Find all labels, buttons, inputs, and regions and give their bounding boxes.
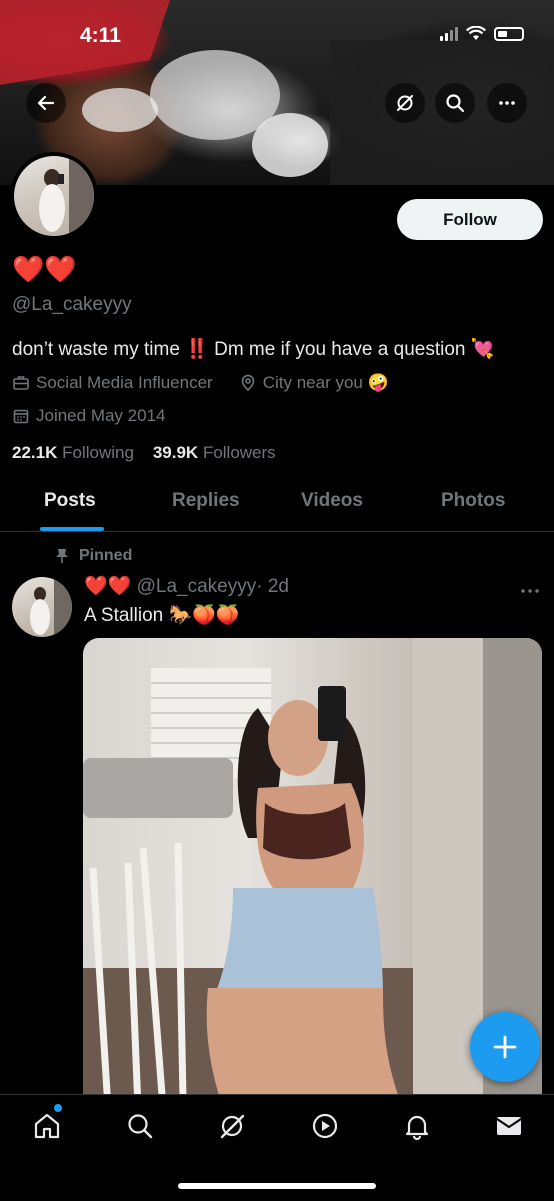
status-time: 4:11 (80, 24, 121, 47)
display-name: ❤️❤️ (12, 254, 77, 284)
signal-icon (440, 26, 458, 41)
profile-joined: Joined May 2014 (36, 406, 166, 425)
following-label: Following (62, 443, 134, 462)
post-header: ❤️❤️ @La_cakeyyy· 2d (84, 574, 289, 598)
grok-icon (220, 1114, 245, 1139)
profile-joined-row: Joined May 2014 (12, 406, 165, 426)
calendar-icon (13, 409, 29, 424)
location-icon (241, 374, 255, 392)
avatar-image (39, 156, 94, 236)
envelope-icon (496, 1117, 522, 1135)
profile-meta-row: Social Media Influencer City near you 🤪 (12, 373, 389, 393)
grok-button[interactable] (385, 83, 425, 123)
tab-posts[interactable]: Posts (44, 490, 96, 512)
post-more-button[interactable] (520, 577, 540, 600)
nav-home[interactable] (31, 1110, 63, 1142)
profile-category: Social Media Influencer (36, 373, 213, 392)
pin-icon (56, 549, 68, 563)
follow-button[interactable]: Follow (397, 199, 543, 240)
tab-photos[interactable]: Photos (441, 490, 505, 512)
following-count: 22.1K (12, 443, 58, 462)
post-time[interactable]: · 2d (256, 576, 289, 597)
post-author-handle[interactable]: @La_cakeyyy (137, 576, 257, 597)
home-icon (34, 1113, 60, 1139)
followers-label: Followers (202, 443, 276, 462)
home-indicator (178, 1183, 376, 1189)
arrow-left-icon (37, 95, 55, 111)
post-text: A Stallion 🐎🍑🍑 (84, 605, 240, 626)
search-icon (446, 94, 465, 113)
followers-link[interactable]: 39.9K Followers (153, 443, 276, 462)
compose-button[interactable] (470, 1012, 540, 1082)
back-button[interactable] (26, 83, 66, 123)
wifi-icon (466, 26, 486, 40)
pinned-indicator: Pinned (55, 547, 132, 565)
nav-search[interactable] (124, 1110, 156, 1142)
following-link[interactable]: 22.1K Following (12, 443, 134, 462)
video-icon (312, 1113, 338, 1139)
post-avatar-image (30, 577, 72, 637)
post-author-name[interactable]: ❤️❤️ (84, 576, 131, 597)
briefcase-icon (13, 376, 29, 390)
profile-stats: 22.1K Following 39.9K Followers (12, 443, 276, 463)
more-button[interactable] (487, 83, 527, 123)
plus-icon (493, 1035, 517, 1059)
profile-location: City near you 🤪 (262, 373, 389, 392)
profile-handle: @La_cakeyyy (12, 294, 132, 315)
nav-messages[interactable] (493, 1110, 525, 1142)
bell-icon (405, 1115, 429, 1141)
tabs-divider (0, 531, 554, 532)
search-icon (128, 1114, 153, 1139)
more-horizontal-icon (521, 589, 539, 593)
tab-videos[interactable]: Videos (301, 490, 363, 512)
status-icons (440, 26, 524, 41)
nav-grok[interactable] (216, 1110, 248, 1142)
battery-icon (494, 26, 524, 41)
more-icon (499, 101, 515, 105)
nav-video[interactable] (309, 1110, 341, 1142)
profile-bio: don’t waste my time ‼️ Dm me if you have… (12, 339, 495, 360)
search-button[interactable] (435, 83, 475, 123)
profile-avatar[interactable] (10, 152, 98, 240)
followers-count: 39.9K (152, 443, 199, 462)
nav-notifications[interactable] (401, 1110, 433, 1142)
post-author-avatar[interactable] (12, 577, 72, 637)
grok-icon (397, 95, 413, 111)
tab-replies[interactable]: Replies (172, 490, 240, 512)
pinned-label: Pinned (79, 547, 133, 564)
